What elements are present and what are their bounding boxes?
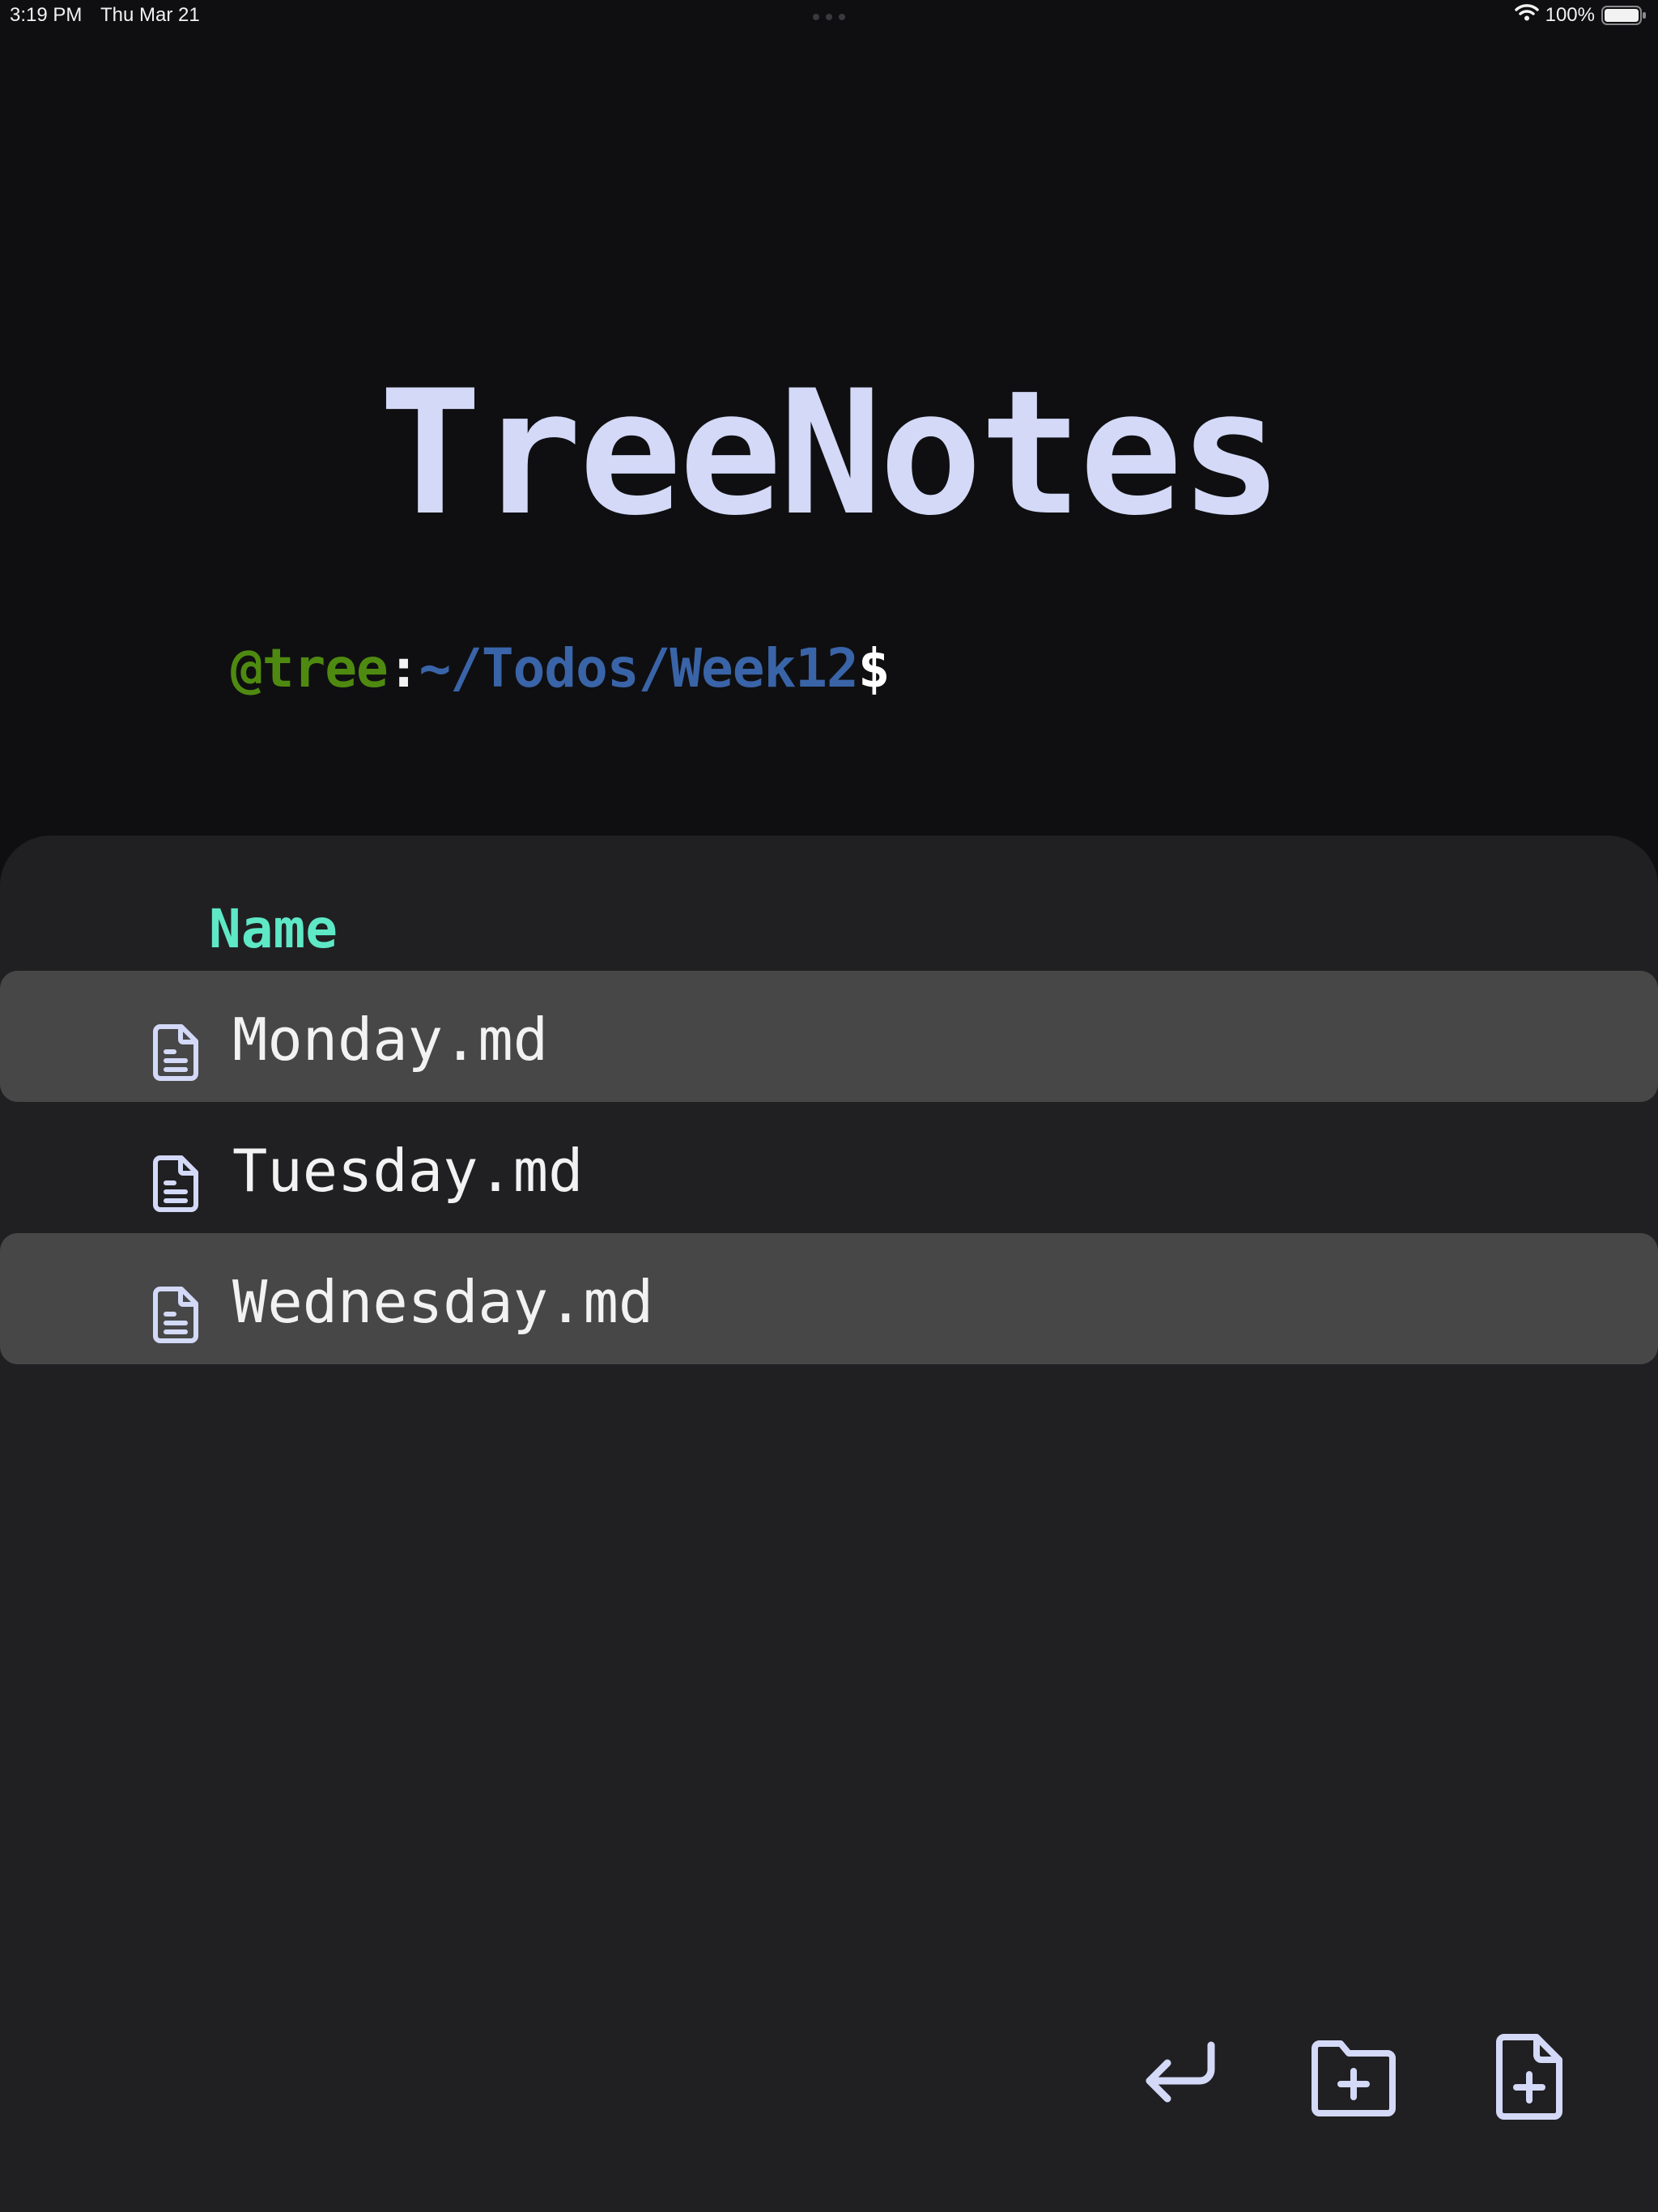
file-text-icon (152, 1286, 201, 1344)
file-name: Wednesday.md (232, 1268, 654, 1336)
wifi-icon (1514, 3, 1539, 27)
prompt-path[interactable]: ~/Todos/Week12 (419, 637, 858, 700)
multitasking-dot (826, 14, 832, 20)
file-row-tuesday[interactable]: Tuesday.md (0, 1102, 1658, 1233)
multitasking-dot (813, 14, 819, 20)
status-date: Thu Mar 21 (100, 4, 200, 26)
new-folder-button[interactable] (1305, 2027, 1402, 2125)
file-plus-icon (1480, 2034, 1577, 2128)
status-bar: 3:19 PM Thu Mar 21 100% (0, 0, 1658, 32)
file-text-icon (152, 1023, 201, 1082)
back-button[interactable] (1132, 2027, 1229, 2125)
multitasking-indicator[interactable] (813, 14, 845, 20)
app-title: TreeNotes (378, 353, 1283, 553)
folder-plus-icon (1305, 2040, 1402, 2128)
path-prompt: @tree:~/Todos/Week12$ (231, 636, 891, 701)
multitasking-dot (839, 14, 845, 20)
file-name: Monday.md (232, 1006, 549, 1074)
prompt-symbol: $ (857, 637, 891, 700)
battery-percent: 100% (1545, 3, 1595, 26)
new-file-button[interactable] (1480, 2027, 1577, 2125)
file-name: Tuesday.md (232, 1137, 584, 1205)
return-icon (1132, 2041, 1229, 2128)
file-row-monday[interactable]: Monday.md (0, 971, 1658, 1102)
column-header-name[interactable]: Name (209, 897, 338, 962)
prompt-user: @tree (231, 637, 389, 700)
status-time: 3:19 PM (10, 4, 83, 26)
prompt-separator: : (387, 637, 420, 700)
status-right: 100% (1514, 3, 1647, 27)
battery-icon (1601, 5, 1647, 25)
file-text-icon (152, 1155, 201, 1213)
file-row-wednesday[interactable]: Wednesday.md (0, 1233, 1658, 1364)
